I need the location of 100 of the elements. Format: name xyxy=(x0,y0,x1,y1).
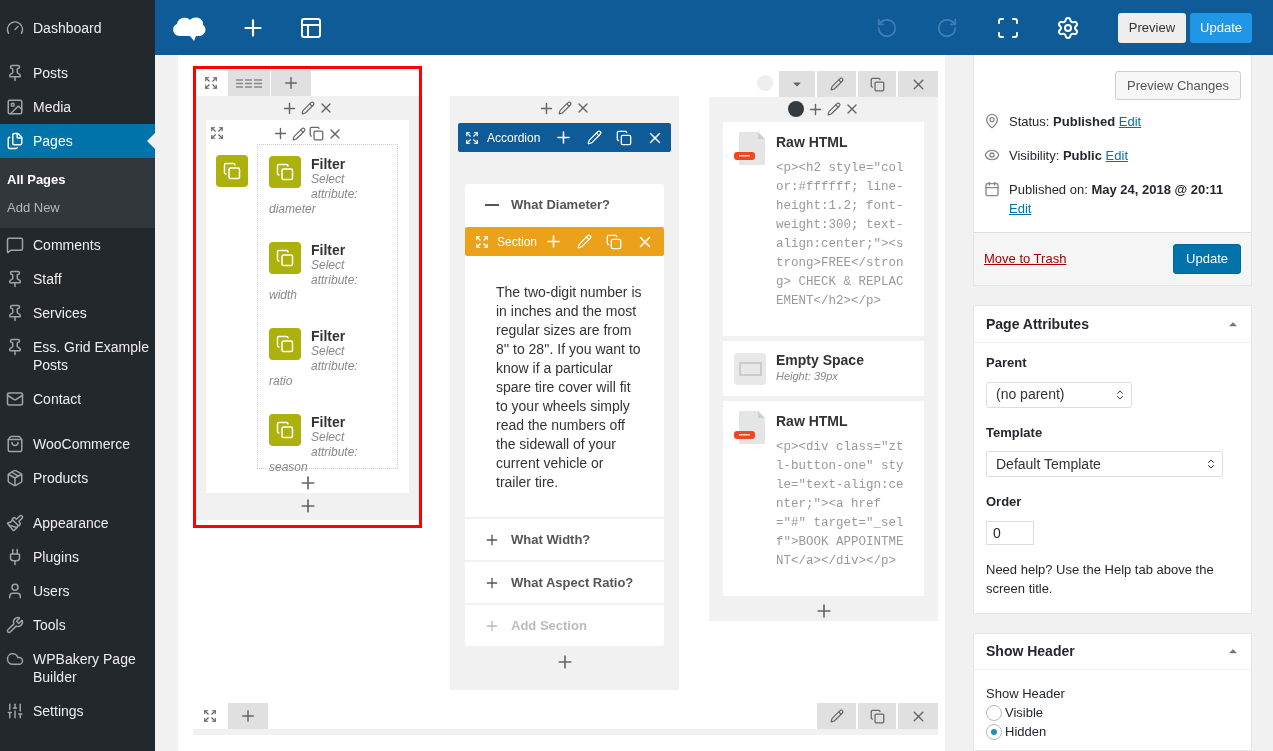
element-card[interactable]: Empty Space Height: 39px xyxy=(723,341,924,396)
order-input[interactable]: 0 xyxy=(986,520,1034,545)
section-header[interactable]: What Width? xyxy=(465,519,664,560)
field-label: Template xyxy=(986,423,1044,442)
dashboard-icon xyxy=(6,19,24,37)
move-icon[interactable] xyxy=(202,709,217,723)
sidebar-item[interactable]: Comments xyxy=(0,228,155,262)
sidebar-item[interactable]: WooCommerce xyxy=(0,427,155,461)
filter-icon xyxy=(269,414,301,446)
submenu-item[interactable]: Add New xyxy=(0,199,155,217)
layout-icon[interactable] xyxy=(299,15,323,40)
submenu-item[interactable]: All Pages xyxy=(0,171,155,189)
sidebar-item[interactable]: Appearance xyxy=(0,506,155,540)
edit-tab[interactable] xyxy=(817,703,856,729)
edit-icon[interactable] xyxy=(826,102,841,116)
edit-icon[interactable] xyxy=(292,126,306,141)
wrench-icon xyxy=(6,616,24,634)
filter-icon xyxy=(269,328,301,360)
pages-icon xyxy=(6,132,24,150)
collapse-icon xyxy=(485,203,499,206)
add-tab[interactable] xyxy=(271,70,311,96)
speech-bubble-icon xyxy=(6,236,24,254)
brush-icon xyxy=(6,514,24,532)
trash-link[interactable]: Move to Trash xyxy=(984,249,1067,269)
element-title: Empty Space xyxy=(776,352,864,369)
filter-title: Filter xyxy=(310,414,347,430)
element-card[interactable]: Raw HTML <p><h2 style="color:#ffffff; line-height:1.2; font-weight:300; text-align:center;"><strong>FREE</strong> CHECK & REPLACEMENT</h2></p> xyxy=(723,122,924,336)
clone-icon xyxy=(869,76,885,92)
sidebar-item[interactable]: Pages xyxy=(0,124,155,158)
publish-status-text: Visibility: Public Edit xyxy=(1009,147,1128,165)
section-title: Section xyxy=(497,233,538,251)
edit-link[interactable]: Edit xyxy=(1009,201,1032,216)
field-label: Parent xyxy=(986,354,1028,372)
pin-icon xyxy=(6,270,24,288)
pin-icon xyxy=(6,338,24,356)
add-icon xyxy=(239,707,257,725)
pin-icon xyxy=(984,113,1000,129)
clone-icon xyxy=(869,708,885,724)
calendar-icon xyxy=(984,181,1000,197)
accordion-title: Accordion xyxy=(487,129,541,147)
clone-icon[interactable] xyxy=(309,126,324,141)
add-icon[interactable] xyxy=(554,128,573,147)
sidebar-item[interactable]: WPBakery Page Builder xyxy=(0,642,155,694)
sidebar-item[interactable]: Media xyxy=(0,90,155,124)
settings-icon[interactable] xyxy=(1055,15,1080,40)
box-icon xyxy=(6,469,24,487)
sidebar-item[interactable]: Ess. Grid Example Posts xyxy=(0,330,155,382)
filter-title: Filter xyxy=(310,156,347,172)
filter-description: Select attribute: season xyxy=(269,430,359,475)
filter-description: Select attribute: width xyxy=(269,258,359,303)
eye-icon xyxy=(984,147,1000,163)
edit-link[interactable]: Edit xyxy=(1105,148,1128,163)
template-select[interactable]: Default Template xyxy=(986,451,1223,477)
bag-icon xyxy=(6,435,24,453)
radio-button[interactable] xyxy=(986,723,1002,740)
sidebar-item[interactable]: Posts xyxy=(0,56,155,90)
edit-link[interactable]: Edit xyxy=(1118,114,1142,129)
rows-icon xyxy=(235,78,263,88)
radio-button[interactable] xyxy=(986,704,1002,721)
fullscreen-icon[interactable] xyxy=(995,15,1020,40)
preview-changes-button[interactable]: Preview Changes xyxy=(1115,71,1241,100)
sidebar-item[interactable]: Products xyxy=(0,461,155,495)
section-header[interactable]: What Diameter? xyxy=(465,184,664,225)
move-icon[interactable] xyxy=(210,126,224,140)
add-icon xyxy=(282,74,300,92)
updown-icon xyxy=(1205,458,1217,470)
element-title: Raw HTML xyxy=(776,413,849,429)
move-icon[interactable] xyxy=(204,76,218,90)
sidebar-item[interactable]: Staff xyxy=(0,262,155,296)
parent-select[interactable]: (no parent) xyxy=(986,381,1132,408)
clone-tab[interactable] xyxy=(858,703,896,729)
sidebar-item[interactable]: Tools xyxy=(0,608,155,642)
edit-tab[interactable] xyxy=(817,71,856,97)
element-title: Raw HTML xyxy=(776,134,849,150)
edit-icon xyxy=(829,709,844,723)
current-pointer-icon xyxy=(147,133,155,149)
preview-button[interactable]: Preview xyxy=(1117,12,1187,43)
sidebar-item[interactable]: Settings xyxy=(0,694,155,728)
cloud-icon xyxy=(6,650,24,668)
filter-icon xyxy=(216,155,248,187)
add-icon[interactable] xyxy=(272,125,289,142)
media-icon xyxy=(6,98,24,116)
updown-icon xyxy=(1114,388,1126,401)
clone-icon[interactable] xyxy=(616,129,632,146)
move-icon[interactable] xyxy=(465,130,479,145)
sidebar-item[interactable]: Plugins xyxy=(0,540,155,574)
clone-tab[interactable] xyxy=(858,71,896,97)
sidebar-item[interactable]: Dashboard xyxy=(0,11,155,45)
element-card[interactable]: Raw HTML <p><div class="ztl-button-one" style="text-align:center;"><a href="#" target="_self">BOOK APPOINTMENT</a></div></p> xyxy=(723,401,924,596)
sidebar-item[interactable]: Services xyxy=(0,296,155,330)
edit-icon[interactable] xyxy=(301,101,315,115)
update-button[interactable]: Update xyxy=(1173,244,1241,274)
sidebar-item[interactable]: Contact xyxy=(0,382,155,416)
sidebar-item[interactable]: Users xyxy=(0,574,155,608)
edit-icon[interactable] xyxy=(558,101,572,115)
add-tab[interactable] xyxy=(228,703,268,729)
section-header[interactable]: What Aspect Ratio? xyxy=(465,562,664,603)
box-title: Page Attributes xyxy=(986,314,1089,334)
pin-icon xyxy=(6,64,24,82)
accordion-bar[interactable]: Accordion xyxy=(458,123,671,152)
